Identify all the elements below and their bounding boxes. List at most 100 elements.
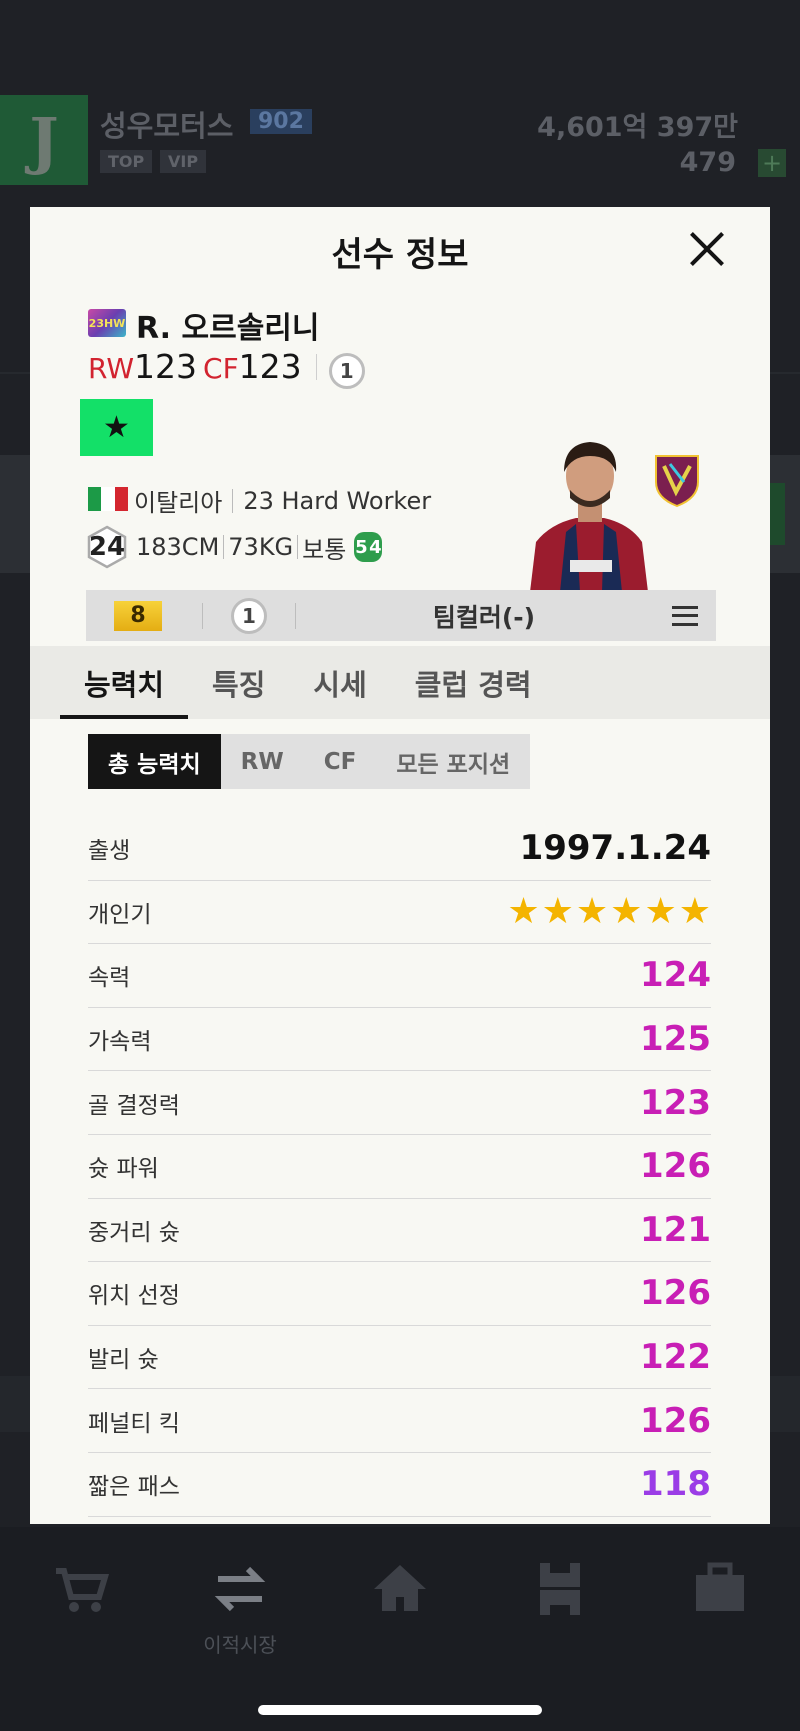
tab-price[interactable]: 시세: [313, 646, 366, 719]
foot-skill-badge: 5 4: [354, 532, 383, 562]
position-2: CF: [203, 352, 239, 385]
stat-row-skill-moves: 개인기 ★ ★ ★ ★ ★ ★: [88, 881, 711, 945]
field-icon: [540, 1563, 580, 1615]
stat-row: 페널티 킥 126: [88, 1389, 711, 1453]
stat-value: 126: [640, 1273, 711, 1314]
star-icon: ★: [541, 890, 574, 932]
subtab-rw[interactable]: RW: [221, 734, 304, 789]
star-icon: ★: [644, 890, 677, 932]
position-1: RW: [88, 352, 135, 385]
star-icon: ★: [610, 890, 643, 932]
add-coin-button[interactable]: +: [758, 149, 786, 177]
star-icon: ★: [507, 890, 540, 932]
close-button[interactable]: [686, 229, 726, 269]
tab-inventory[interactable]: [660, 1557, 780, 1667]
stat-row: 골 결정력 123: [88, 1071, 711, 1135]
stat-label: 위치 선정: [88, 1283, 180, 1310]
tab-squad[interactable]: [500, 1557, 620, 1667]
stat-row: 슛 파워 126: [88, 1135, 711, 1199]
tab-club-history[interactable]: 클럽 경력: [415, 646, 532, 719]
tab-home[interactable]: [340, 1557, 460, 1667]
grade-badge[interactable]: 8: [114, 600, 162, 631]
stat-label: 개인기: [88, 901, 152, 928]
weight: 73KG: [228, 533, 294, 561]
position-1-ovr: 123: [134, 347, 198, 386]
player-info-modal: 선수 정보 23HW R. 오르솔리니 RW 123 CF 123 1 ★ 이탈…: [30, 207, 770, 1524]
subtab-cf[interactable]: CF: [304, 734, 377, 789]
skill-right: 4: [368, 532, 383, 562]
stat-label: 가속력: [88, 1029, 152, 1056]
sub-tabs: 총 능력치 RW CF 모든 포지션: [88, 734, 531, 789]
skill-left: 5: [354, 532, 369, 562]
home-indicator: [258, 1705, 542, 1715]
tab-shop[interactable]: [22, 1557, 142, 1667]
stat-label: 출생: [88, 838, 131, 865]
stats-list: 출생 1997.1.24 개인기 ★ ★ ★ ★ ★ ★ 속력 124 가속력 125 골 결…: [88, 817, 711, 1517]
star-icon: ★: [575, 890, 609, 932]
season-name: 23 Hard Worker: [243, 486, 432, 515]
vip-tag: VIP: [160, 150, 207, 173]
stat-label: 슛 파워: [88, 1156, 159, 1183]
divider: [315, 354, 317, 380]
tab-stats[interactable]: 능력치: [59, 646, 189, 719]
stat-value: 122: [640, 1337, 711, 1378]
briefcase-icon: [696, 1562, 744, 1611]
stat-row: 중거리 슛 121: [88, 1199, 711, 1263]
star-icon: ★: [678, 890, 711, 932]
stat-value: 1997.1.24: [519, 828, 711, 869]
enhance-bar: 8 1 팀컬러(-): [86, 590, 716, 641]
tab-transfer-label: 이적시장: [203, 1633, 277, 1657]
divider: [223, 535, 225, 559]
player-name: R. 오르솔리니: [136, 311, 320, 346]
stat-value: 125: [640, 1019, 711, 1060]
skill-stars: ★ ★ ★ ★ ★ ★: [507, 890, 711, 932]
stat-row: 짧은 패스 118: [88, 1453, 711, 1517]
cart-icon: [56, 1568, 110, 1612]
stat-row: 속력 124: [88, 944, 711, 1008]
modal-title: 선수 정보: [331, 235, 469, 275]
season-badge: 23HW: [88, 309, 126, 337]
main-tabs: 능력치 특징 시세 클럽 경력: [30, 646, 770, 719]
stat-row: 위치 선정 126: [88, 1262, 711, 1326]
divider: [202, 602, 203, 629]
stat-label: 속력: [88, 965, 131, 992]
stat-row-birth: 출생 1997.1.24: [88, 817, 711, 881]
tab-traits[interactable]: 특징: [212, 646, 265, 719]
club-name: 성우모터스: [100, 109, 234, 143]
star-icon[interactable]: ★: [80, 399, 153, 456]
bottom-tab-bar: 이적시장: [0, 1527, 800, 1731]
physical-info-row: 24 183CM 73KG 보통 5 4: [86, 525, 383, 569]
stat-label: 페널티 킥: [88, 1410, 180, 1437]
subtab-all-positions[interactable]: 모든 포지션: [376, 734, 530, 789]
position-ratings: RW 123 CF 123 1: [88, 347, 365, 389]
stat-row: 발리 슛 122: [88, 1326, 711, 1390]
age-badge: 24: [86, 525, 128, 569]
player-photo: [530, 442, 648, 592]
top-tag: TOP: [100, 150, 153, 173]
stat-label: 골 결정력: [88, 1092, 180, 1119]
club-level-badge: 902: [250, 109, 312, 134]
age-value: 24: [88, 532, 126, 562]
stat-value: 124: [640, 955, 711, 996]
transfer-icon: [214, 1566, 266, 1612]
stat-label: 발리 슛: [88, 1347, 159, 1374]
enhance-level-circle[interactable]: 1: [231, 597, 267, 634]
tab-transfer-market[interactable]: 이적시장: [180, 1557, 300, 1667]
stat-label: 중거리 슛: [88, 1219, 180, 1246]
stat-value: 118: [640, 1464, 711, 1505]
team-color[interactable]: 팀컬러(-): [296, 598, 672, 634]
money-amount: 4,601억 397만: [537, 112, 738, 143]
height: 183CM: [136, 533, 220, 561]
stat-row: 가속력 125: [88, 1008, 711, 1072]
menu-icon[interactable]: [672, 605, 698, 626]
italy-flag-icon: [88, 487, 128, 511]
divider: [297, 535, 299, 559]
body-type: 보통: [302, 535, 347, 564]
stat-value: 121: [640, 1209, 711, 1250]
stat-value: 126: [640, 1400, 711, 1441]
coin-amount: 479: [679, 147, 736, 178]
club-logo: J: [0, 95, 88, 185]
nation-row: 이탈리아 23 Hard Worker: [134, 483, 431, 518]
club-header: J 성우모터스 902 TOP VIP 4,601억 397만 479 +: [0, 95, 800, 185]
subtab-total[interactable]: 총 능력치: [88, 734, 221, 789]
